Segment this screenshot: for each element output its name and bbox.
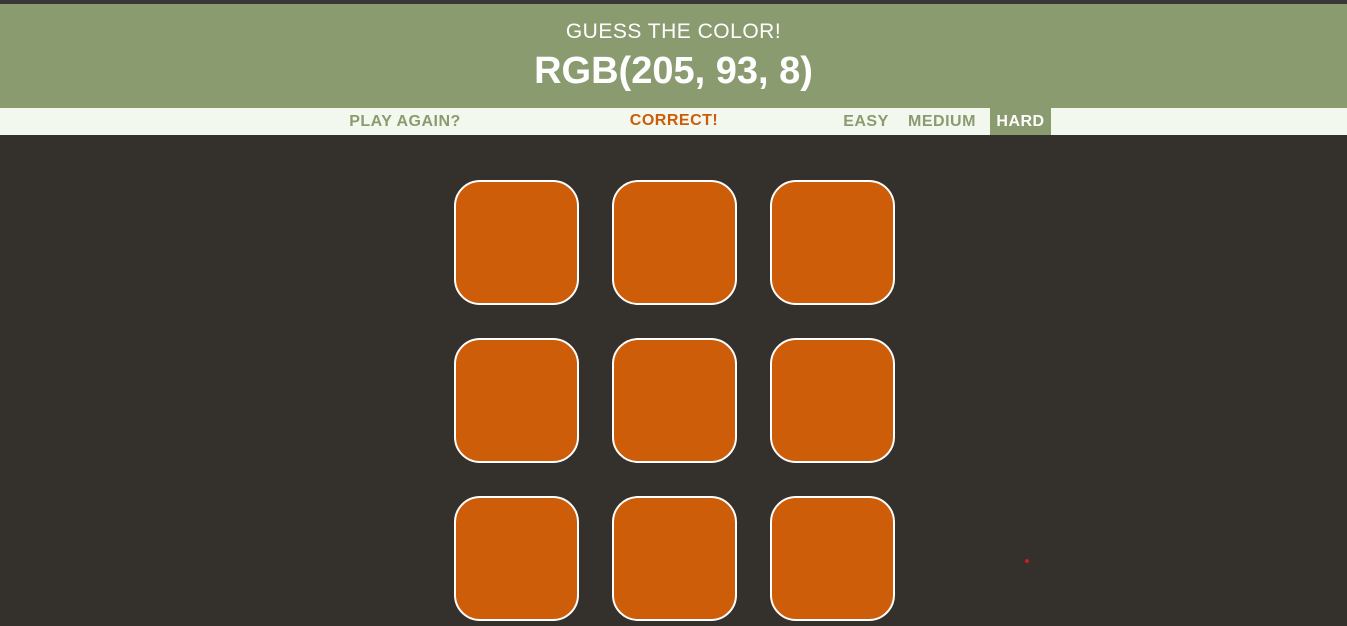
color-square[interactable] [612, 338, 737, 463]
medium-mode-button[interactable]: MEDIUM [902, 108, 982, 135]
color-square[interactable] [612, 496, 737, 621]
control-bar: PLAY AGAIN? CORRECT! EASY MEDIUM HARD [0, 108, 1347, 135]
color-square[interactable] [454, 496, 579, 621]
game-header: GUESS THE COLOR! RGB(205, 93, 8) [0, 4, 1347, 108]
play-again-button[interactable]: PLAY AGAIN? [344, 108, 466, 135]
color-square[interactable] [612, 180, 737, 305]
color-board [454, 180, 896, 626]
hard-mode-button[interactable]: HARD [990, 108, 1051, 135]
game-subtitle: GUESS THE COLOR! [565, 20, 782, 43]
easy-mode-button[interactable]: EASY [838, 108, 894, 135]
color-square[interactable] [454, 180, 579, 305]
result-message: CORRECT! [629, 112, 719, 129]
color-square[interactable] [770, 338, 895, 463]
target-rgb-display: RGB(205, 93, 8) [534, 50, 813, 92]
color-square[interactable] [454, 338, 579, 463]
color-square[interactable] [770, 180, 895, 305]
cursor-dot [1025, 559, 1029, 563]
color-square[interactable] [770, 496, 895, 621]
